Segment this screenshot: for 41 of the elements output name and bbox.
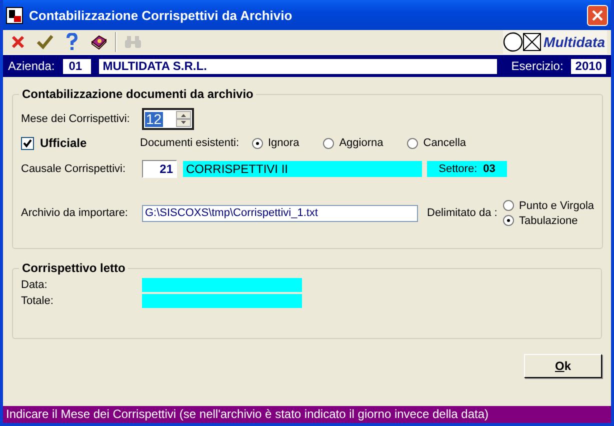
close-button[interactable]: [587, 4, 608, 26]
delimiter-label: Delimitato da :: [427, 207, 498, 219]
sector-label: Settore:: [438, 162, 478, 177]
field-label: Totale:: [21, 295, 54, 307]
company-name: MULTIDATA S.R.L.: [98, 58, 497, 74]
year-value: 2010: [571, 58, 606, 74]
delimiter-radio[interactable]: Punto e Virgola: [503, 200, 594, 212]
delimiter-radio[interactable]: Tabulazione: [503, 214, 594, 226]
group-title: Contabilizzazione documenti da archivio: [21, 87, 254, 101]
documents-radio[interactable]: Cancella: [407, 137, 466, 149]
brand-name: Multidata: [544, 34, 605, 50]
sector-value: 03: [483, 162, 496, 177]
year-label: Esercizio:: [511, 59, 564, 73]
documents-radio[interactable]: Aggiorna: [323, 137, 384, 149]
month-value: 12: [145, 112, 163, 126]
book-icon: [90, 34, 108, 50]
binoculars-icon: [124, 35, 142, 49]
documents-radio[interactable]: Ignora: [252, 137, 300, 149]
reason-label: Causale Corrispettivi:: [21, 163, 127, 175]
month-spinner[interactable]: 12: [142, 108, 194, 130]
cross-icon: [10, 34, 26, 50]
reason-code-field[interactable]: 21: [142, 160, 177, 178]
ok-button[interactable]: Ok: [524, 354, 602, 378]
file-path-field[interactable]: G:\SISCOXS\tmp\Corrispettivi_1.txt: [142, 204, 418, 222]
official-checkbox[interactable]: Ufficiale: [21, 136, 140, 150]
field-label: Data:: [21, 279, 48, 291]
month-label: Mese dei Corrispettivi:: [21, 113, 131, 125]
company-code: 01: [62, 58, 91, 74]
question-mark-icon: [65, 33, 79, 51]
close-icon: [592, 10, 603, 20]
file-label: Archivio da importare:: [21, 207, 129, 219]
app-icon: [6, 6, 23, 24]
check-icon: [23, 138, 32, 148]
checkmark-icon: [36, 34, 54, 50]
reason-name: CORRISPETTIVI II: [183, 161, 422, 177]
window-title: Contabilizzazione Corrispettivi da Archivio: [29, 8, 294, 22]
company-label: Azienda:: [8, 59, 55, 73]
documents-label: Documenti esistenti:: [140, 137, 240, 149]
status-bar: Indicare il Mese dei Corrispettivi (se nell'archivio è stato indicato il giorno invece della data): [3, 406, 611, 423]
group-title: Corrispettivo letto: [21, 261, 126, 275]
logo-icon: [502, 31, 543, 53]
